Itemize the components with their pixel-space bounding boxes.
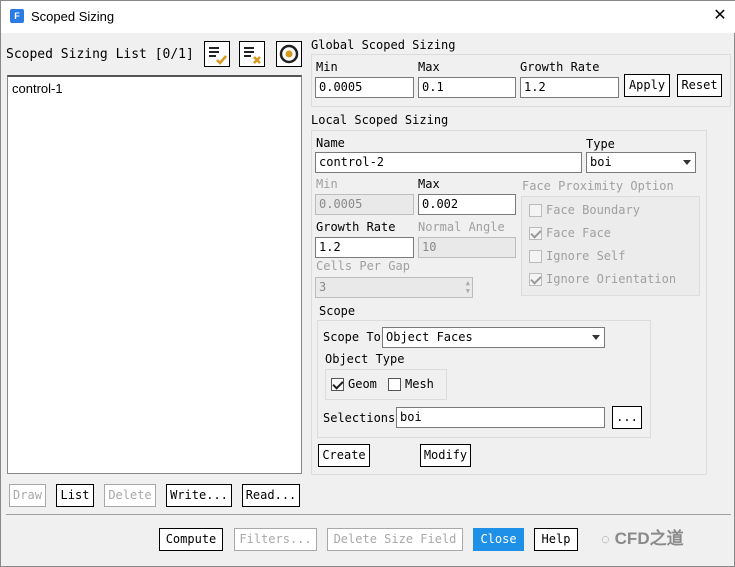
type-select[interactable]: boi [586, 152, 696, 173]
deselect-all-icon [244, 47, 261, 64]
select-all-button[interactable] [204, 41, 230, 67]
write-button[interactable]: Write... [166, 484, 232, 507]
mesh-checkbox[interactable]: Mesh [388, 377, 434, 391]
local-min-label: Min [316, 177, 338, 191]
geom-checkbox[interactable]: Geom [331, 377, 377, 391]
checkbox-checked-icon [331, 377, 344, 391]
local-max-input[interactable]: 0.002 [418, 194, 516, 215]
pick-button[interactable] [276, 41, 302, 67]
global-scoped-sizing-title: Global Scoped Sizing [311, 38, 456, 52]
face-face-checkbox: Face Face [529, 226, 611, 240]
filters-button: Filters... [234, 528, 317, 551]
help-button[interactable]: Help [534, 528, 578, 551]
wechat-icon: ◌ [601, 531, 610, 548]
cells-per-gap-spinner: 3 ▲ ▼ [315, 277, 473, 298]
scoped-sizing-list[interactable]: control-1 [7, 75, 302, 474]
scope-title: Scope [319, 304, 356, 318]
face-proximity-title: Face Proximity Option [522, 179, 674, 193]
name-label: Name [316, 136, 345, 150]
normal-angle-input: 10 [418, 237, 516, 258]
object-type-label: Object Type [325, 352, 405, 366]
chevron-down-icon [683, 160, 691, 165]
scoped-sizing-list-label: Scoped Sizing List [0/1] [6, 47, 194, 62]
global-min-input[interactable]: 0.0005 [315, 77, 414, 98]
apply-button[interactable]: Apply [624, 74, 670, 97]
cells-per-gap-value: 3 [319, 280, 327, 294]
list-button[interactable]: List [56, 484, 94, 507]
local-growth-input[interactable]: 1.2 [315, 237, 414, 258]
face-face-label: Face Face [546, 226, 612, 240]
read-button[interactable]: Read... [242, 484, 300, 507]
scope-to-value: Object Faces [386, 330, 473, 344]
close-button[interactable]: Close [473, 528, 524, 551]
local-growth-label: Growth Rate [316, 220, 396, 234]
face-boundary-checkbox: Face Boundary [529, 203, 640, 217]
global-max-input[interactable]: 0.1 [418, 77, 516, 98]
global-growth-input[interactable]: 1.2 [520, 77, 619, 98]
checkbox-checked-icon [529, 226, 542, 240]
checkbox-icon [529, 203, 542, 217]
selections-input[interactable]: boi [396, 407, 605, 428]
checkbox-checked-icon [529, 272, 542, 286]
selections-label: Selections [323, 411, 396, 425]
deselect-all-button[interactable] [239, 41, 265, 67]
mesh-label: Mesh [405, 377, 434, 391]
chevron-down-icon [592, 335, 600, 340]
face-boundary-label: Face Boundary [546, 203, 640, 217]
local-scoped-sizing-title: Local Scoped Sizing [311, 113, 449, 127]
select-all-icon [209, 47, 227, 65]
reset-button[interactable]: Reset [677, 74, 722, 97]
global-min-label: Min [316, 60, 338, 74]
watermark: ◌ CFD之道 [601, 524, 684, 549]
window-title: Scoped Sizing [31, 9, 115, 24]
draw-button: Draw [9, 484, 46, 507]
delete-size-field-button: Delete Size Field [327, 528, 463, 551]
ignore-self-label: Ignore Self [546, 249, 626, 263]
close-window-button[interactable]: ✕ [709, 5, 731, 27]
name-input[interactable]: control-2 [315, 152, 582, 173]
global-max-label: Max [418, 60, 440, 74]
scope-to-select[interactable]: Object Faces [382, 327, 605, 348]
checkbox-icon [529, 249, 542, 263]
browse-selections-button[interactable]: ... [612, 406, 642, 429]
ignore-orientation-checkbox: Ignore Orientation [529, 272, 676, 286]
ignore-orientation-label: Ignore Orientation [546, 272, 677, 286]
normal-angle-label: Normal Angle [418, 220, 505, 234]
local-min-input: 0.0005 [315, 194, 414, 215]
list-item[interactable]: control-1 [12, 81, 297, 96]
create-button[interactable]: Create [318, 444, 370, 467]
target-icon [279, 44, 299, 64]
app-logo-icon: F [10, 9, 24, 23]
ignore-self-checkbox: Ignore Self [529, 249, 625, 263]
type-label: Type [586, 137, 615, 151]
spinner-arrows-icon: ▲ ▼ [465, 279, 470, 295]
cells-per-gap-label: Cells Per Gap [316, 259, 410, 273]
local-max-label: Max [418, 177, 440, 191]
delete-button: Delete [104, 484, 156, 507]
separator [6, 514, 731, 515]
watermark-text: CFD之道 [614, 529, 684, 548]
checkbox-icon [388, 377, 401, 391]
type-value: boi [590, 155, 612, 169]
geom-label: Geom [348, 377, 377, 391]
global-growth-label: Growth Rate [520, 60, 600, 74]
modify-button[interactable]: Modify [420, 444, 471, 467]
compute-button[interactable]: Compute [159, 528, 223, 551]
scope-to-label: Scope To [323, 330, 381, 344]
